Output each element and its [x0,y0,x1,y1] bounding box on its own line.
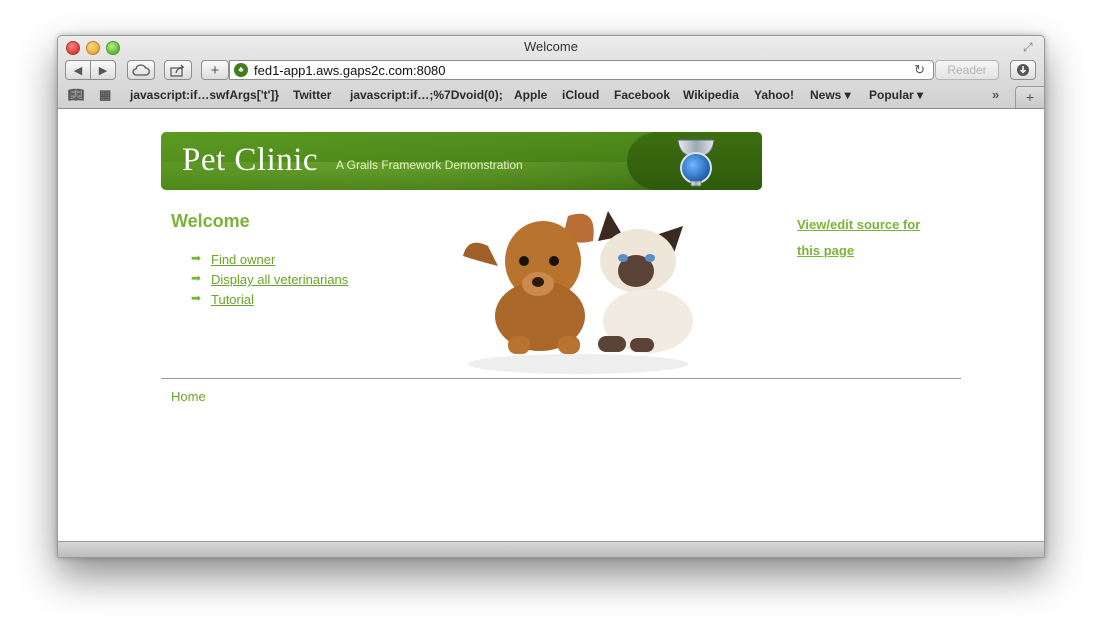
bookmark-item[interactable]: javascript:if…swfArgs['t']} [130,88,279,102]
bookmark-item[interactable]: Facebook [614,88,670,102]
bookmark-item[interactable]: Apple [514,88,547,102]
plus-icon: + [1025,89,1035,105]
top-sites-icon[interactable]: ▦ [99,87,111,103]
bookmark-item[interactable]: javascript:if…;%7Dvoid(0); [350,88,503,102]
arrow-right-icon: ➡ [191,271,202,285]
page-heading: Welcome [171,211,250,231]
more-bookmarks-icon[interactable]: » [992,87,999,102]
bookmark-item[interactable]: iCloud [562,88,599,102]
browser-window: Welcome ⤢ ◀ ▶ + ♣ fed1-app1.aws.gaps2c.c… [57,35,1045,558]
add-bookmark-button[interactable]: + [201,60,229,80]
status-bar [58,541,1044,557]
icloud-tabs-button[interactable] [127,60,155,80]
plus-icon: + [210,61,220,79]
share-icon [170,64,185,77]
arrow-right-icon: ➡ [191,251,202,265]
bookmark-item[interactable]: Twitter [293,88,331,102]
arrow-right-icon: ➡ [191,291,202,305]
address-bar[interactable]: ♣ fed1-app1.aws.gaps2c.com:8080 ↻ [229,60,934,80]
reload-icon[interactable]: ↻ [914,62,925,78]
cloud-icon [132,64,150,76]
tutorial-link[interactable]: Tutorial [211,292,254,307]
forward-button[interactable]: ▶ [90,60,116,80]
back-arrow-icon: ◀ [73,64,83,77]
download-icon [1017,64,1029,76]
browser-toolbar: Welcome ⤢ ◀ ▶ + ♣ fed1-app1.aws.gaps2c.c… [58,36,1044,109]
site-favicon-icon: ♣ [234,63,248,77]
view-source-link[interactable]: View/edit source for this page [797,212,937,264]
bookmark-item[interactable]: Yahoo! [754,88,794,102]
url-text[interactable]: fed1-app1.aws.gaps2c.com:8080 [254,63,446,78]
reader-button[interactable]: Reader [935,60,999,80]
fullscreen-icon[interactable]: ⤢ [1023,40,1036,54]
bookmark-item[interactable]: Wikipedia [683,88,739,102]
divider [161,378,961,379]
find-owner-link[interactable]: Find owner [211,252,275,267]
new-tab-button[interactable]: + [1015,86,1044,108]
bookmark-item[interactable]: News ▾ [810,88,851,102]
site-subtitle: A Grails Framework Demonstration [336,158,523,172]
bookmarks-bar: 📖︎ ▦ javascript:if…swfArgs['t']} Twitter… [58,85,1044,107]
reading-list-icon[interactable]: 📖︎ [68,87,85,103]
grails-cup-icon [677,139,715,187]
forward-arrow-icon: ▶ [98,64,108,77]
pets-image [463,211,693,374]
site-title: Pet Clinic [182,142,319,178]
display-veterinarians-link[interactable]: Display all veterinarians [211,272,348,287]
site-banner: Pet Clinic A Grails Framework Demonstrat… [161,132,762,190]
home-link[interactable]: Home [171,389,206,404]
bookmark-item[interactable]: Popular ▾ [869,88,923,102]
window-title: Welcome [524,39,578,54]
downloads-button[interactable] [1010,60,1036,80]
back-button[interactable]: ◀ [65,60,91,80]
share-button[interactable] [164,60,192,80]
